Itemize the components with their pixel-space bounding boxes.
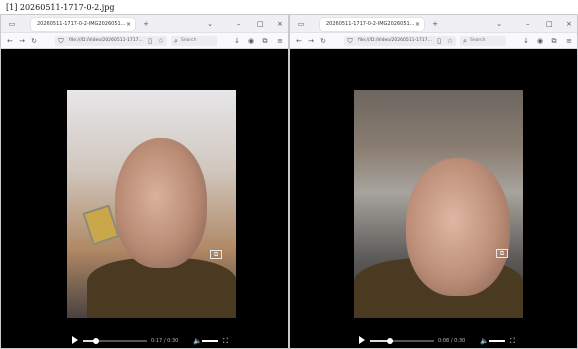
tab-title: 20260511-1717-0-2-IMG2026051... [326,21,415,27]
close-tab-icon[interactable]: × [415,18,420,31]
browser-window-right: ▭ 20260511-1717-0-2-IMG2026051... × + ⌄ … [289,14,578,349]
account-icon[interactable]: ◉ [246,36,256,46]
search-placeholder: Search [181,38,197,43]
video-frame[interactable] [67,90,236,318]
tab-bar: ▭ 20260511-1717-0-2-IMG2026051... × + ⌄ … [1,15,288,33]
new-tab-icon[interactable]: + [141,19,151,29]
extensions-icon[interactable]: ⧉ [549,36,559,46]
back-icon[interactable]: ← [5,36,15,46]
shield-icon[interactable]: ⛉ [345,36,355,46]
back-icon[interactable]: ← [294,36,304,46]
seek-bar[interactable] [83,338,147,344]
seek-bar[interactable] [370,338,434,344]
search-placeholder: Search [470,38,486,43]
video-controls: 0:08 / 0:30 🔈 ⛶ [354,333,523,348]
extensions-icon[interactable]: ⧉ [260,36,270,46]
picture-in-picture-icon[interactable]: ⧉ [496,249,508,258]
minimize-icon[interactable]: – [526,19,530,29]
picture-in-picture-icon[interactable]: ⧉ [210,250,222,259]
tab-list-icon[interactable]: ⌄ [494,19,504,29]
nav-toolbar: ← → ↻ ⛉ file:///D:/Video/20260511-1717..… [1,33,288,49]
search-bar[interactable]: ⌕ Search [171,36,217,46]
image-caption: [1] 20260511-1717-0-2.jpg [6,3,115,12]
search-icon: ⌕ [463,37,467,45]
video-subject-face [406,158,510,296]
tab-list-icon[interactable]: ⌄ [205,19,215,29]
forward-icon[interactable]: → [17,36,27,46]
video-subject-phone [82,204,120,246]
restore-icon[interactable]: □ [257,19,264,29]
time-display: 0:17 / 0:30 [151,338,179,344]
tab-bar: ▭ 20260511-1717-0-2-IMG2026051... × + ⌄ … [290,15,577,33]
browser-window-left: ▭ 20260511-1717-0-2-IMG2026051... × + ⌄ … [0,14,289,349]
video-subject-face [115,138,207,268]
url-text: file:///D:/Video/20260511-1717... [358,38,432,43]
menu-icon[interactable]: ≡ [564,36,574,46]
download-icon[interactable]: ↓ [232,36,242,46]
bookmark-star-icon[interactable]: ☆ [445,36,455,46]
play-icon[interactable] [359,336,365,344]
new-tab-icon[interactable]: + [430,19,440,29]
seek-bar-knob[interactable] [387,338,394,344]
volume-slider[interactable] [489,340,505,342]
close-tab-icon[interactable]: × [126,18,131,31]
forward-icon[interactable]: → [306,36,316,46]
browser-tab[interactable]: 20260511-1717-0-2-IMG2026051... × [31,18,135,31]
page-icon[interactable]: ▯ [145,36,155,46]
volume-icon[interactable]: 🔈 [480,336,489,346]
restore-icon[interactable]: □ [546,19,553,29]
volume-icon[interactable]: 🔈 [193,336,202,346]
account-icon[interactable]: ◉ [535,36,545,46]
url-text: file:///D:/Video/20260511-1717... [69,38,143,43]
reload-icon[interactable]: ↻ [318,36,328,46]
search-bar[interactable]: ⌕ Search [460,36,506,46]
video-controls: 0:17 / 0:30 🔈 ⛶ [67,333,236,348]
time-display: 0:08 / 0:30 [438,338,466,344]
volume-slider[interactable] [202,340,218,342]
seek-bar-knob[interactable] [92,338,99,344]
browser-tab[interactable]: 20260511-1717-0-2-IMG2026051... × [320,18,424,31]
play-icon[interactable] [72,336,78,344]
close-window-icon[interactable]: × [566,19,572,29]
tab-overview-icon[interactable]: ▭ [296,19,306,29]
tab-overview-icon[interactable]: ▭ [7,19,17,29]
page-icon[interactable]: ▯ [434,36,444,46]
menu-icon[interactable]: ≡ [275,36,285,46]
fullscreen-icon[interactable]: ⛶ [510,336,515,346]
nav-toolbar: ← → ↻ ⛉ file:///D:/Video/20260511-1717..… [290,33,577,49]
download-icon[interactable]: ↓ [521,36,531,46]
tab-title: 20260511-1717-0-2-IMG2026051... [37,21,126,27]
bookmark-star-icon[interactable]: ☆ [156,36,166,46]
reload-icon[interactable]: ↻ [29,36,39,46]
video-frame[interactable] [354,90,523,318]
search-icon: ⌕ [174,37,178,45]
shield-icon[interactable]: ⛉ [56,36,66,46]
fullscreen-icon[interactable]: ⛶ [223,336,228,346]
close-window-icon[interactable]: × [277,19,283,29]
minimize-icon[interactable]: – [237,19,241,29]
